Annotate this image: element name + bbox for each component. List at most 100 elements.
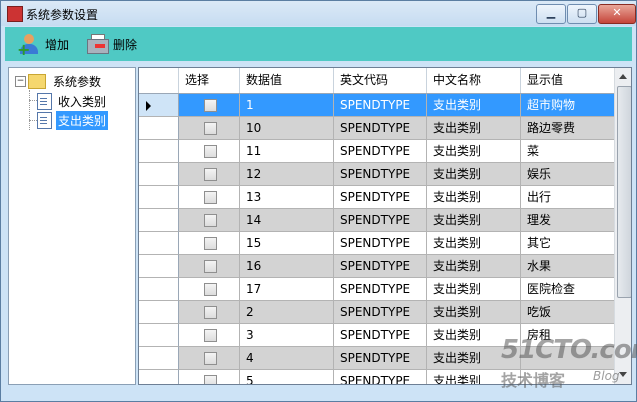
table-row[interactable]: 3 SPENDTYPE 支出类别 房租 [139,324,615,347]
row-checkbox[interactable] [204,352,217,365]
table-row[interactable]: 11 SPENDTYPE 支出类别菜 [139,140,615,163]
scroll-up-icon[interactable] [619,74,627,79]
tree-root[interactable]: − 系统参数 [15,72,103,90]
row-checkbox[interactable] [204,191,217,204]
collapse-icon[interactable]: − [15,75,26,87]
value-cell[interactable]: 10 [240,117,334,140]
row-header[interactable] [139,209,179,232]
zh-name-cell[interactable]: 支出类别 [427,163,521,186]
table-row[interactable]: 13 SPENDTYPE 支出类别 出行 [139,186,615,209]
row-header[interactable] [139,186,179,209]
value-cell[interactable]: 17 [240,278,334,301]
value-cell[interactable]: 13 [240,186,334,209]
value-cell[interactable]: 11 [240,140,334,163]
row-header[interactable] [139,94,179,117]
value-cell[interactable]: 15 [240,232,334,255]
zh-name-cell[interactable]: 支出类别 [427,347,521,370]
zh-name-cell[interactable]: 支出类别 [427,324,521,347]
tree-item-income[interactable]: 收入类别 [37,92,108,110]
row-header[interactable] [139,117,179,140]
display-cell[interactable]: 超市购物 [521,94,615,117]
scroll-down-icon[interactable] [619,372,627,377]
zh-name-cell[interactable]: 支出类别 [427,301,521,324]
display-cell[interactable]: 理发 [521,209,615,232]
display-cell[interactable]: 水果 [521,255,615,278]
display-cell[interactable]: 娱乐 [521,163,615,186]
value-cell[interactable]: 16 [240,255,334,278]
en-code-cell[interactable]: SPENDTYPE [334,117,427,140]
row-checkbox[interactable] [204,306,217,319]
column-header-zh-name[interactable]: 中文名称 [427,68,521,93]
row-checkbox[interactable] [204,99,217,112]
zh-name-cell[interactable]: 支出类别 [427,255,521,278]
category-tree[interactable]: − 系统参数 收入类别 支出类别 [8,67,136,385]
en-code-cell[interactable]: SPENDTYPE [334,232,427,255]
display-cell[interactable] [521,347,615,370]
en-code-cell[interactable]: SPENDTYPE [334,209,427,232]
maximize-button[interactable]: ▢ [567,4,597,24]
row-header[interactable] [139,140,179,163]
row-checkbox[interactable] [204,283,217,296]
scroll-thumb[interactable] [617,86,631,298]
value-cell[interactable]: 12 [240,163,334,186]
zh-name-cell[interactable]: 支出类别 [427,140,521,163]
en-code-cell[interactable]: SPENDTYPE [334,163,427,186]
zh-name-cell[interactable]: 支出类别 [427,278,521,301]
row-header[interactable] [139,347,179,370]
value-cell[interactable]: 2 [240,301,334,324]
column-header-value[interactable]: 数据值 [240,68,334,93]
tree-item-expense[interactable]: 支出类别 [37,110,109,130]
row-checkbox[interactable] [204,237,217,250]
en-code-cell[interactable]: SPENDTYPE [334,94,427,117]
display-cell[interactable]: 路边零费 [521,117,615,140]
en-code-cell[interactable]: SPENDTYPE [334,301,427,324]
row-header[interactable] [139,163,179,186]
zh-name-cell[interactable]: 支出类别 [427,117,521,140]
zh-name-cell[interactable]: 支出类别 [427,186,521,209]
value-cell[interactable]: 4 [240,347,334,370]
title-bar[interactable]: 系统参数设置 ▁ ▢ ✕ [1,1,636,26]
display-cell[interactable]: 菜 [521,140,615,163]
row-header[interactable] [139,324,179,347]
value-cell[interactable]: 5 [240,370,334,384]
row-header[interactable] [139,278,179,301]
row-header[interactable] [139,232,179,255]
table-row[interactable]: 5 SPENDTYPE 支出类别 [139,370,615,384]
table-row[interactable]: 16 SPENDTYPE 支出类别 水果 [139,255,615,278]
zh-name-cell[interactable]: 支出类别 [427,370,521,384]
row-header[interactable] [139,370,179,384]
en-code-cell[interactable]: SPENDTYPE [334,255,427,278]
display-cell[interactable]: 医院检查 [521,278,615,301]
table-row[interactable]: 15 SPENDTYPE 支出类别 其它 [139,232,615,255]
row-checkbox[interactable] [204,260,217,273]
row-checkbox[interactable] [204,122,217,135]
value-cell[interactable]: 3 [240,324,334,347]
table-row[interactable]: 2 SPENDTYPE 支出类别 吃饭 [139,301,615,324]
value-cell[interactable]: 14 [240,209,334,232]
table-row[interactable]: 1 SPENDTYPE 支出类别 超市购物 [139,94,615,117]
table-row[interactable]: 17 SPENDTYPE 支出类别 医院检查 [139,278,615,301]
parameter-grid[interactable]: 选择 数据值 英文代码 中文名称 显示值 1 SPENDTYPE 支出类别 超市购物 1… [138,67,632,385]
zh-name-cell[interactable]: 支出类别 [427,209,521,232]
table-row[interactable]: 4 SPENDTYPE 支出类别 [139,347,615,370]
row-header[interactable] [139,255,179,278]
minimize-button[interactable]: ▁ [536,4,566,24]
table-row[interactable]: 12 SPENDTYPE 支出类别 娱乐 [139,163,615,186]
row-checkbox[interactable] [204,214,217,227]
column-header-display[interactable]: 显示值 [521,68,615,93]
en-code-cell[interactable]: SPENDTYPE [334,324,427,347]
close-button[interactable]: ✕ [598,4,636,24]
column-header-en-code[interactable]: 英文代码 [334,68,427,93]
table-row[interactable]: 14 SPENDTYPE 支出类别 理发 [139,209,615,232]
en-code-cell[interactable]: SPENDTYPE [334,347,427,370]
table-row[interactable]: 10 SPENDTYPE 支出类别 路边零费 [139,117,615,140]
add-button[interactable]: + 增加 [17,31,69,58]
display-cell[interactable]: 吃饭 [521,301,615,324]
en-code-cell[interactable]: SPENDTYPE [334,186,427,209]
value-cell[interactable]: 1 [240,94,334,117]
display-cell[interactable] [521,370,615,384]
display-cell[interactable]: 房租 [521,324,615,347]
row-checkbox[interactable] [204,145,217,158]
en-code-cell[interactable]: SPENDTYPE [334,278,427,301]
row-checkbox[interactable] [204,168,217,181]
